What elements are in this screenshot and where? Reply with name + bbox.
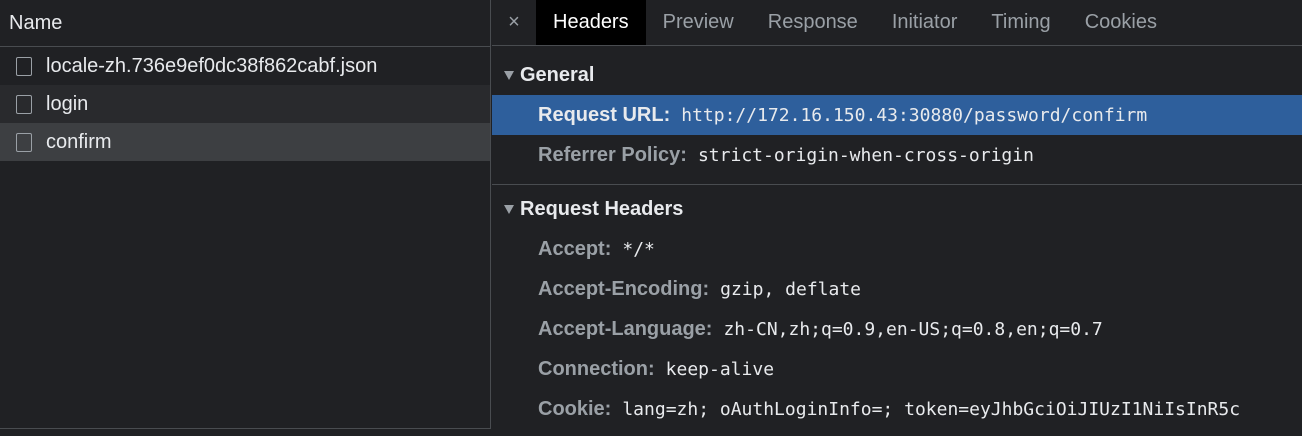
tab-preview[interactable]: Preview — [646, 0, 751, 45]
accept-language-row[interactable]: Accept-Language: zh-CN,zh;q=0.9,en-US;q=… — [492, 309, 1302, 349]
header-key: Connection: — [538, 357, 655, 380]
request-row-locale[interactable]: locale-zh.736e9ef0dc38f862cabf.json — [0, 47, 490, 85]
section-title: General — [520, 63, 595, 86]
header-value: */* — [622, 238, 655, 260]
request-name: locale-zh.736e9ef0dc38f862cabf.json — [46, 54, 378, 77]
request-row-confirm[interactable]: confirm — [0, 123, 490, 161]
name-column-header[interactable]: Name — [0, 0, 490, 47]
tab-headers[interactable]: Headers — [536, 0, 646, 45]
list-bottom-bar — [0, 428, 491, 436]
accept-encoding-row[interactable]: Accept-Encoding: gzip, deflate — [492, 269, 1302, 309]
header-value: strict-origin-when-cross-origin — [697, 144, 1034, 166]
tab-timing[interactable]: Timing — [974, 0, 1067, 45]
request-details-pane: × Headers Preview Response Initiator Tim… — [492, 0, 1302, 436]
header-value: http://172.16.150.43:30880/password/conf… — [681, 104, 1148, 126]
request-list-pane: Name locale-zh.736e9ef0dc38f862cabf.json… — [0, 0, 491, 436]
header-key: Accept-Encoding: — [538, 277, 710, 300]
header-key: Cookie: — [538, 397, 612, 420]
header-key: Referrer Policy: — [538, 143, 687, 166]
expand-triangle-icon — [504, 70, 514, 80]
tab-cookies[interactable]: Cookies — [1068, 0, 1174, 45]
accept-row[interactable]: Accept: */* — [492, 229, 1302, 269]
request-headers-section-header[interactable]: Request Headers — [492, 189, 1302, 229]
header-value: zh-CN,zh;q=0.9,en-US;q=0.8,en;q=0.7 — [723, 318, 1103, 340]
request-name: confirm — [46, 130, 112, 153]
request-name: login — [46, 92, 89, 115]
close-icon[interactable]: × — [492, 0, 536, 45]
connection-row[interactable]: Connection: keep-alive — [492, 349, 1302, 389]
header-key: Accept: — [538, 237, 612, 260]
devtools-network-panel: Name locale-zh.736e9ef0dc38f862cabf.json… — [0, 0, 1302, 436]
file-icon — [16, 56, 32, 76]
header-value: lang=zh; oAuthLoginInfo=; token=eyJhbGci… — [622, 398, 1241, 420]
section-title: Request Headers — [520, 197, 684, 220]
file-icon — [16, 132, 32, 152]
request-row-login[interactable]: login — [0, 85, 490, 123]
file-icon — [16, 94, 32, 114]
tab-response[interactable]: Response — [751, 0, 875, 45]
header-key: Request URL: — [538, 103, 671, 126]
header-value: gzip, deflate — [720, 278, 862, 300]
section-divider — [492, 184, 1302, 185]
details-tab-bar: × Headers Preview Response Initiator Tim… — [492, 0, 1302, 46]
request-list: locale-zh.736e9ef0dc38f862cabf.json logi… — [0, 47, 490, 161]
header-value: keep-alive — [665, 358, 775, 380]
tab-initiator[interactable]: Initiator — [875, 0, 975, 45]
cookie-row[interactable]: Cookie: lang=zh; oAuthLoginInfo=; token=… — [492, 389, 1302, 429]
expand-triangle-icon — [504, 204, 514, 214]
referrer-policy-row[interactable]: Referrer Policy: strict-origin-when-cros… — [492, 135, 1302, 175]
general-section-header[interactable]: General — [492, 55, 1302, 95]
request-url-row[interactable]: Request URL: http://172.16.150.43:30880/… — [492, 95, 1302, 135]
header-key: Accept-Language: — [538, 317, 713, 340]
